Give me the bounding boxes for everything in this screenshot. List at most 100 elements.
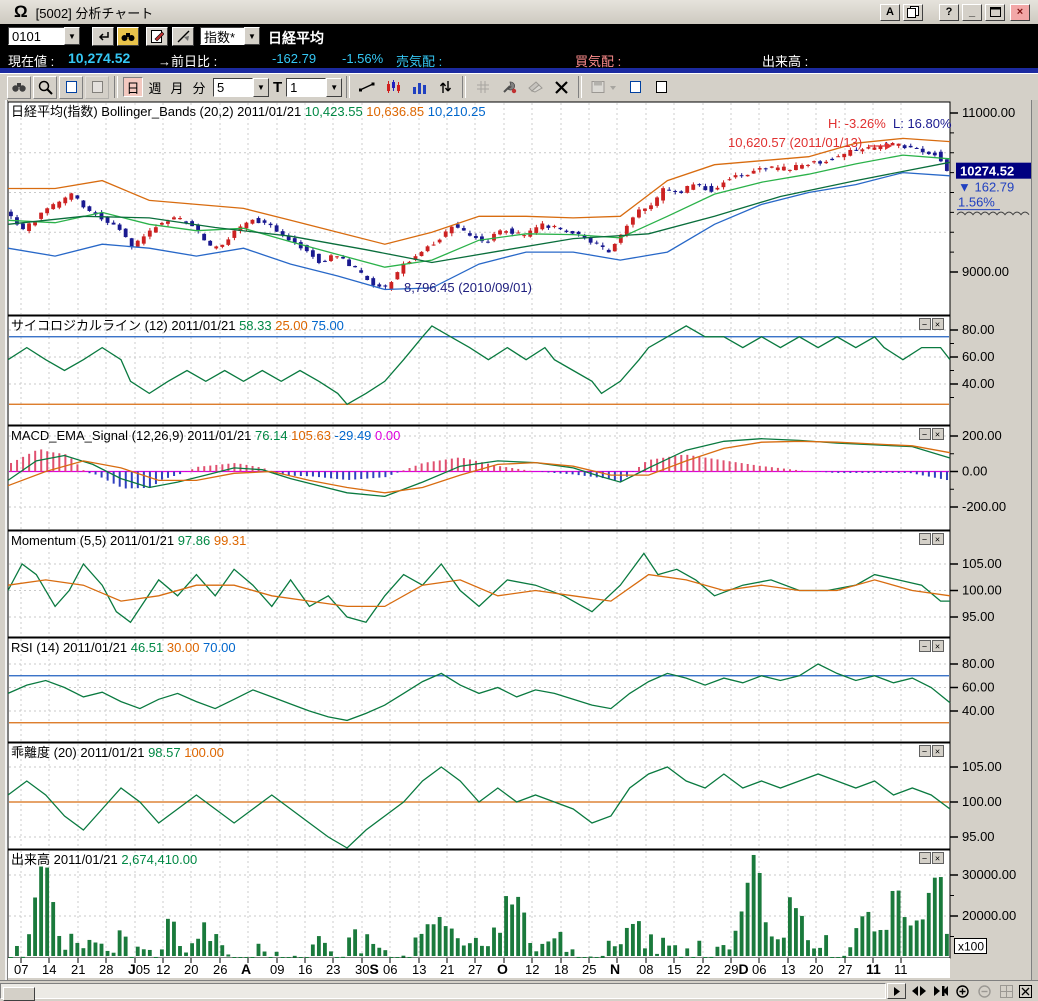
- save-layout-button[interactable]: [587, 76, 621, 99]
- indicator-settings-button[interactable]: [497, 76, 521, 99]
- clear-drawing-button[interactable]: [172, 27, 194, 46]
- svg-text:−: −: [922, 854, 927, 864]
- jump-to-latest-button[interactable]: [931, 983, 950, 999]
- bar-count-input[interactable]: [213, 78, 253, 97]
- x-axis-label: 13: [781, 962, 795, 977]
- grid-icon: [476, 80, 490, 94]
- svg-text:×: ×: [935, 642, 940, 652]
- period-weekly-button[interactable]: 週: [145, 77, 165, 97]
- symbol-code-combo[interactable]: ▼: [8, 27, 80, 45]
- x-axis-label: 27: [468, 962, 482, 977]
- help-button[interactable]: ?: [939, 4, 959, 21]
- eraser-button[interactable]: [523, 76, 547, 99]
- chart-annotation: 10,620.57 (2011/01/13): [728, 135, 862, 150]
- copy-window-button[interactable]: [903, 4, 923, 21]
- zoom-out-button[interactable]: [975, 983, 994, 999]
- trendline-icon: [359, 81, 375, 93]
- axis-label: 60.00: [962, 349, 995, 364]
- page-icon: [65, 80, 78, 94]
- open-page-button[interactable]: [649, 76, 673, 99]
- axis-label: 9000.00: [962, 264, 1009, 279]
- symbol-dropdown-arrow-icon[interactable]: ▼: [64, 27, 80, 45]
- copy-chart-button[interactable]: [59, 76, 83, 99]
- expand-bars-button[interactable]: [909, 983, 928, 999]
- current-price-value: 10,274.52: [68, 50, 130, 66]
- axis-label: 11000.00: [962, 105, 1015, 120]
- window-buttons: A ? _ ×: [880, 4, 1038, 21]
- period-minute-button[interactable]: 分: [189, 77, 209, 97]
- delete-x-icon: [555, 81, 568, 94]
- x-axis-label: 22: [696, 962, 710, 977]
- eraser-slash-icon: [177, 30, 190, 43]
- axis-label: 30000.00: [962, 867, 1016, 882]
- x-axis-label: 14: [42, 962, 56, 977]
- symbol-name: 日経平均: [268, 28, 324, 48]
- load-symbol-button[interactable]: [92, 27, 114, 46]
- x-axis-label: N: [610, 961, 620, 977]
- close-panel-button[interactable]: [1016, 983, 1035, 999]
- zoom-in-button[interactable]: [953, 983, 972, 999]
- minimize-button[interactable]: _: [962, 4, 982, 21]
- period-daily-button[interactable]: 日: [123, 77, 143, 97]
- scrollbar-thumb[interactable]: [3, 987, 35, 1001]
- market-dropdown-arrow-icon[interactable]: ▼: [244, 27, 260, 45]
- zoom-search-button[interactable]: [33, 76, 57, 99]
- market-select[interactable]: 指数* ▼: [200, 27, 260, 45]
- horizontal-scrollbar[interactable]: [0, 983, 886, 999]
- boxed-x-icon: [1019, 985, 1032, 998]
- period-monthly-button[interactable]: 月: [167, 77, 187, 97]
- axis-label: 80.00: [962, 656, 995, 671]
- trendline-tool-button[interactable]: [355, 76, 379, 99]
- panel-header: Momentum (5,5) 2011/01/21 97.86 99.31: [11, 533, 246, 548]
- up-down-arrows-icon: [439, 80, 452, 94]
- wrench-icon: [502, 80, 517, 94]
- svg-text:×: ×: [935, 747, 940, 757]
- right-scroll-strip: [1031, 100, 1038, 980]
- annotate-button[interactable]: A: [880, 4, 900, 21]
- edit-chart-button[interactable]: [146, 27, 168, 46]
- svg-text:−: −: [922, 320, 927, 330]
- grid-settings-button[interactable]: [471, 76, 495, 99]
- scale-adjust-button[interactable]: [433, 76, 457, 99]
- x-axis-label: 20: [809, 962, 823, 977]
- page-open-icon: [655, 80, 668, 94]
- x-axis-label: 06: [383, 962, 397, 977]
- panel-header: MACD_EMA_Signal (12,26,9) 2011/01/21 76.…: [11, 428, 400, 443]
- x-axis-label: 11: [866, 961, 881, 977]
- tick-mode-button[interactable]: T: [273, 79, 282, 96]
- bar-chart-type-button[interactable]: [407, 76, 431, 99]
- x-axis-label: J05: [128, 961, 150, 977]
- axis-label: 40.00: [962, 376, 995, 391]
- snap-end-icon: [934, 986, 948, 996]
- x-axis-label: 08: [639, 962, 653, 977]
- x-axis-label: O: [497, 961, 508, 977]
- scroll-right-button[interactable]: [887, 983, 906, 999]
- page-paste-icon: [91, 80, 104, 94]
- interval-dropdown-icon[interactable]: ▼: [326, 78, 342, 97]
- bar-chart-icon: [412, 81, 426, 94]
- bar-count-dropdown-icon[interactable]: ▼: [253, 78, 269, 97]
- symbol-search-button[interactable]: [117, 27, 139, 46]
- x-axis-label: 30S: [355, 961, 379, 977]
- axis-label: 40.00: [962, 703, 995, 718]
- x-axis-label: 21: [440, 962, 454, 977]
- svg-text:×: ×: [935, 320, 940, 330]
- x-axis-label: 12: [525, 962, 539, 977]
- copy-pages-icon: [907, 6, 919, 18]
- x-axis-label: A: [241, 961, 251, 977]
- candle-chart-type-button[interactable]: [381, 76, 405, 99]
- enter-arrow-icon: [97, 31, 110, 42]
- symbol-code-input[interactable]: [8, 27, 64, 45]
- delete-all-button[interactable]: [549, 76, 573, 99]
- zoom-out-icon: [978, 985, 991, 998]
- interval-input[interactable]: [286, 78, 326, 97]
- x-axis-label: 28: [99, 962, 113, 977]
- paste-chart-button[interactable]: [85, 76, 109, 99]
- watch-list-button[interactable]: [7, 76, 31, 99]
- app-logo-icon: Ω: [14, 2, 28, 22]
- candlestick-chart-icon: [386, 80, 400, 94]
- maximize-button[interactable]: [985, 4, 1005, 21]
- new-page-button[interactable]: [623, 76, 647, 99]
- close-button[interactable]: ×: [1010, 4, 1030, 21]
- panel-grid-button[interactable]: [997, 983, 1016, 999]
